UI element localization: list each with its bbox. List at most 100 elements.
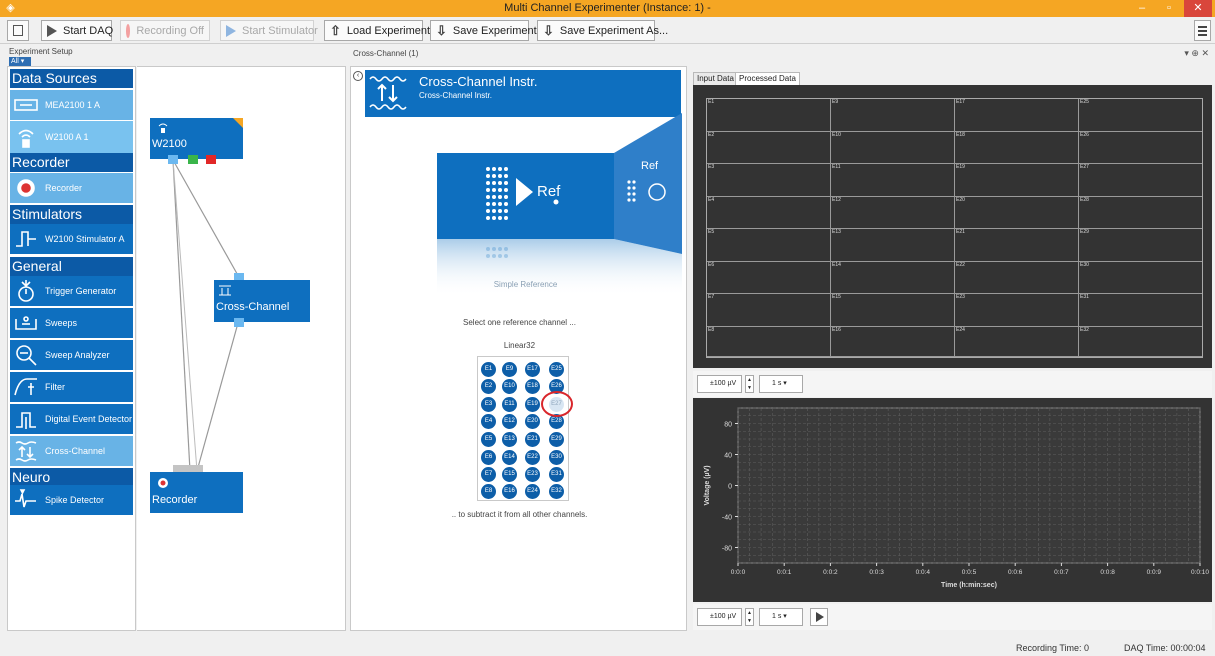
electrode-e2[interactable]: E2 — [481, 379, 496, 394]
tab-processed-data[interactable]: Processed Data — [735, 72, 800, 85]
output-port-green[interactable] — [188, 155, 198, 164]
range-dropdown[interactable]: ±100 µV — [697, 608, 742, 626]
channel-cell[interactable]: E23 — [955, 294, 1079, 327]
channel-cell[interactable]: E28 — [1079, 197, 1202, 229]
channel-cell[interactable]: E5 — [707, 229, 831, 262]
output-port-blue[interactable] — [168, 155, 178, 164]
electrode-e29[interactable]: E29 — [549, 432, 564, 447]
palette-item-recorder[interactable]: Recorder — [10, 173, 133, 203]
electrode-e5[interactable]: E5 — [481, 432, 496, 447]
channel-cell[interactable]: E21 — [955, 229, 1079, 262]
dock-controls[interactable]: ▾ ⊕ ✕ — [1184, 48, 1209, 59]
channel-cell[interactable]: E20 — [955, 197, 1079, 229]
time-dropdown[interactable]: 1 s ▾ — [759, 608, 803, 626]
channel-cell[interactable]: E14 — [831, 262, 955, 294]
range-spinner[interactable]: ▲ ▼ — [745, 375, 754, 393]
electrode-e22[interactable]: E22 — [525, 450, 540, 465]
electrode-e30[interactable]: E30 — [549, 450, 564, 465]
channel-cell[interactable]: E4 — [707, 197, 831, 229]
electrode-e31[interactable]: E31 — [549, 467, 564, 482]
start-stimulator-button[interactable]: Start Stimulator — [220, 20, 318, 41]
electrode-e15[interactable]: E15 — [502, 467, 517, 482]
menu-button[interactable] — [1194, 20, 1211, 41]
minimize-button[interactable]: – — [1130, 0, 1154, 17]
electrode-e19[interactable]: E19 — [525, 397, 540, 412]
electrode-e24[interactable]: E24 — [525, 484, 540, 499]
channel-cell[interactable]: E29 — [1079, 229, 1202, 262]
channel-cell[interactable]: E7 — [707, 294, 831, 327]
save-experiment-button[interactable]: ⇩ Save Experiment — [430, 20, 537, 41]
channel-cell[interactable]: E27 — [1079, 164, 1202, 197]
filter-dropdown[interactable]: All ▾ — [9, 57, 31, 66]
electrode-e21[interactable]: E21 — [525, 432, 540, 447]
palette-item-filter[interactable]: Filter — [10, 372, 133, 402]
recording-off-button[interactable]: Recording Off — [120, 20, 210, 41]
channel-cell[interactable]: E15 — [831, 294, 955, 327]
electrode-e6[interactable]: E6 — [481, 450, 496, 465]
electrode-e7[interactable]: E7 — [481, 467, 496, 482]
collapse-left-icon[interactable]: ‹ — [353, 71, 363, 81]
start-daq-button[interactable]: Start DAQ — [41, 20, 113, 41]
electrode-e25[interactable]: E25 — [549, 362, 564, 377]
channel-cell[interactable]: E6 — [707, 262, 831, 294]
electrode-e17[interactable]: E17 — [525, 362, 540, 377]
channel-cell[interactable]: E11 — [831, 164, 955, 197]
electrode-e9[interactable]: E9 — [502, 362, 517, 377]
channel-cell[interactable]: E22 — [955, 262, 1079, 294]
channel-cell[interactable]: E13 — [831, 229, 955, 262]
channel-cell[interactable]: E24 — [955, 327, 1079, 357]
electrode-e32[interactable]: E32 — [549, 484, 564, 499]
channel-cell[interactable]: E17 — [955, 99, 1079, 132]
output-port[interactable] — [234, 318, 244, 327]
electrode-e16[interactable]: E16 — [502, 484, 517, 499]
palette-item-mea2100[interactable]: MEA2100 1 A — [10, 90, 133, 120]
electrode-e12[interactable]: E12 — [502, 414, 517, 429]
experiment-canvas[interactable]: W2100 Cross-Channel Recorder — [137, 66, 346, 631]
channel-cell[interactable]: E26 — [1079, 132, 1202, 164]
node-w2100[interactable]: W2100 — [150, 118, 243, 159]
channel-cell[interactable]: E10 — [831, 132, 955, 164]
electrode-e14[interactable]: E14 — [502, 450, 517, 465]
channel-cell[interactable]: E30 — [1079, 262, 1202, 294]
palette-item-w2100[interactable]: W2100 A 1 — [10, 121, 133, 153]
electrode-e13[interactable]: E13 — [502, 432, 517, 447]
channel-cell[interactable]: E8 — [707, 327, 831, 357]
palette-item-spike-detector[interactable]: Spike Detector — [10, 485, 133, 515]
palette-item-sweep-analyzer[interactable]: Sweep Analyzer — [10, 340, 133, 370]
electrode-e18[interactable]: E18 — [525, 379, 540, 394]
output-port-red[interactable] — [206, 155, 216, 164]
electrode-e1[interactable]: E1 — [481, 362, 496, 377]
palette-item-sweeps[interactable]: Sweeps — [10, 308, 133, 338]
range-spinner[interactable]: ▲ ▼ — [745, 608, 754, 626]
channel-cell[interactable]: E12 — [831, 197, 955, 229]
range-dropdown[interactable]: ±100 µV — [697, 375, 742, 393]
channel-cell[interactable]: E31 — [1079, 294, 1202, 327]
channel-cell[interactable]: E25 — [1079, 99, 1202, 132]
palette-item-trigger-generator[interactable]: Trigger Generator — [10, 276, 133, 306]
electrode-e20[interactable]: E20 — [525, 414, 540, 429]
layout-button[interactable] — [7, 20, 29, 41]
palette-item-digital-event-detector[interactable]: Digital Event Detector — [10, 404, 133, 434]
electrode-e4[interactable]: E4 — [481, 414, 496, 429]
palette-item-w2100-stimulator[interactable]: W2100 Stimulator A — [10, 224, 133, 254]
palette-item-cross-channel[interactable]: Cross-Channel — [10, 436, 133, 466]
electrode-e10[interactable]: E10 — [502, 379, 517, 394]
close-button[interactable]: ✕ — [1184, 0, 1212, 17]
electrode-e23[interactable]: E23 — [525, 467, 540, 482]
channel-cell[interactable]: E9 — [831, 99, 955, 132]
play-button[interactable] — [810, 608, 828, 626]
electrode-e3[interactable]: E3 — [481, 397, 496, 412]
channel-cell[interactable]: E2 — [707, 132, 831, 164]
time-dropdown[interactable]: 1 s ▾ — [759, 375, 803, 393]
channel-cell[interactable]: E19 — [955, 164, 1079, 197]
channel-cell[interactable]: E16 — [831, 327, 955, 357]
channel-cell[interactable]: E1 — [707, 99, 831, 132]
electrode-e8[interactable]: E8 — [481, 484, 496, 499]
save-experiment-as-button[interactable]: ⇩ Save Experiment As... — [537, 20, 668, 41]
channel-cell[interactable]: E3 — [707, 164, 831, 197]
load-experiment-button[interactable]: ⇧ Load Experiment — [324, 20, 430, 41]
electrode-e11[interactable]: E11 — [502, 397, 517, 412]
node-recorder[interactable]: Recorder — [150, 472, 243, 513]
node-cross-channel[interactable]: Cross-Channel — [214, 280, 310, 322]
channel-cell[interactable]: E32 — [1079, 327, 1202, 357]
